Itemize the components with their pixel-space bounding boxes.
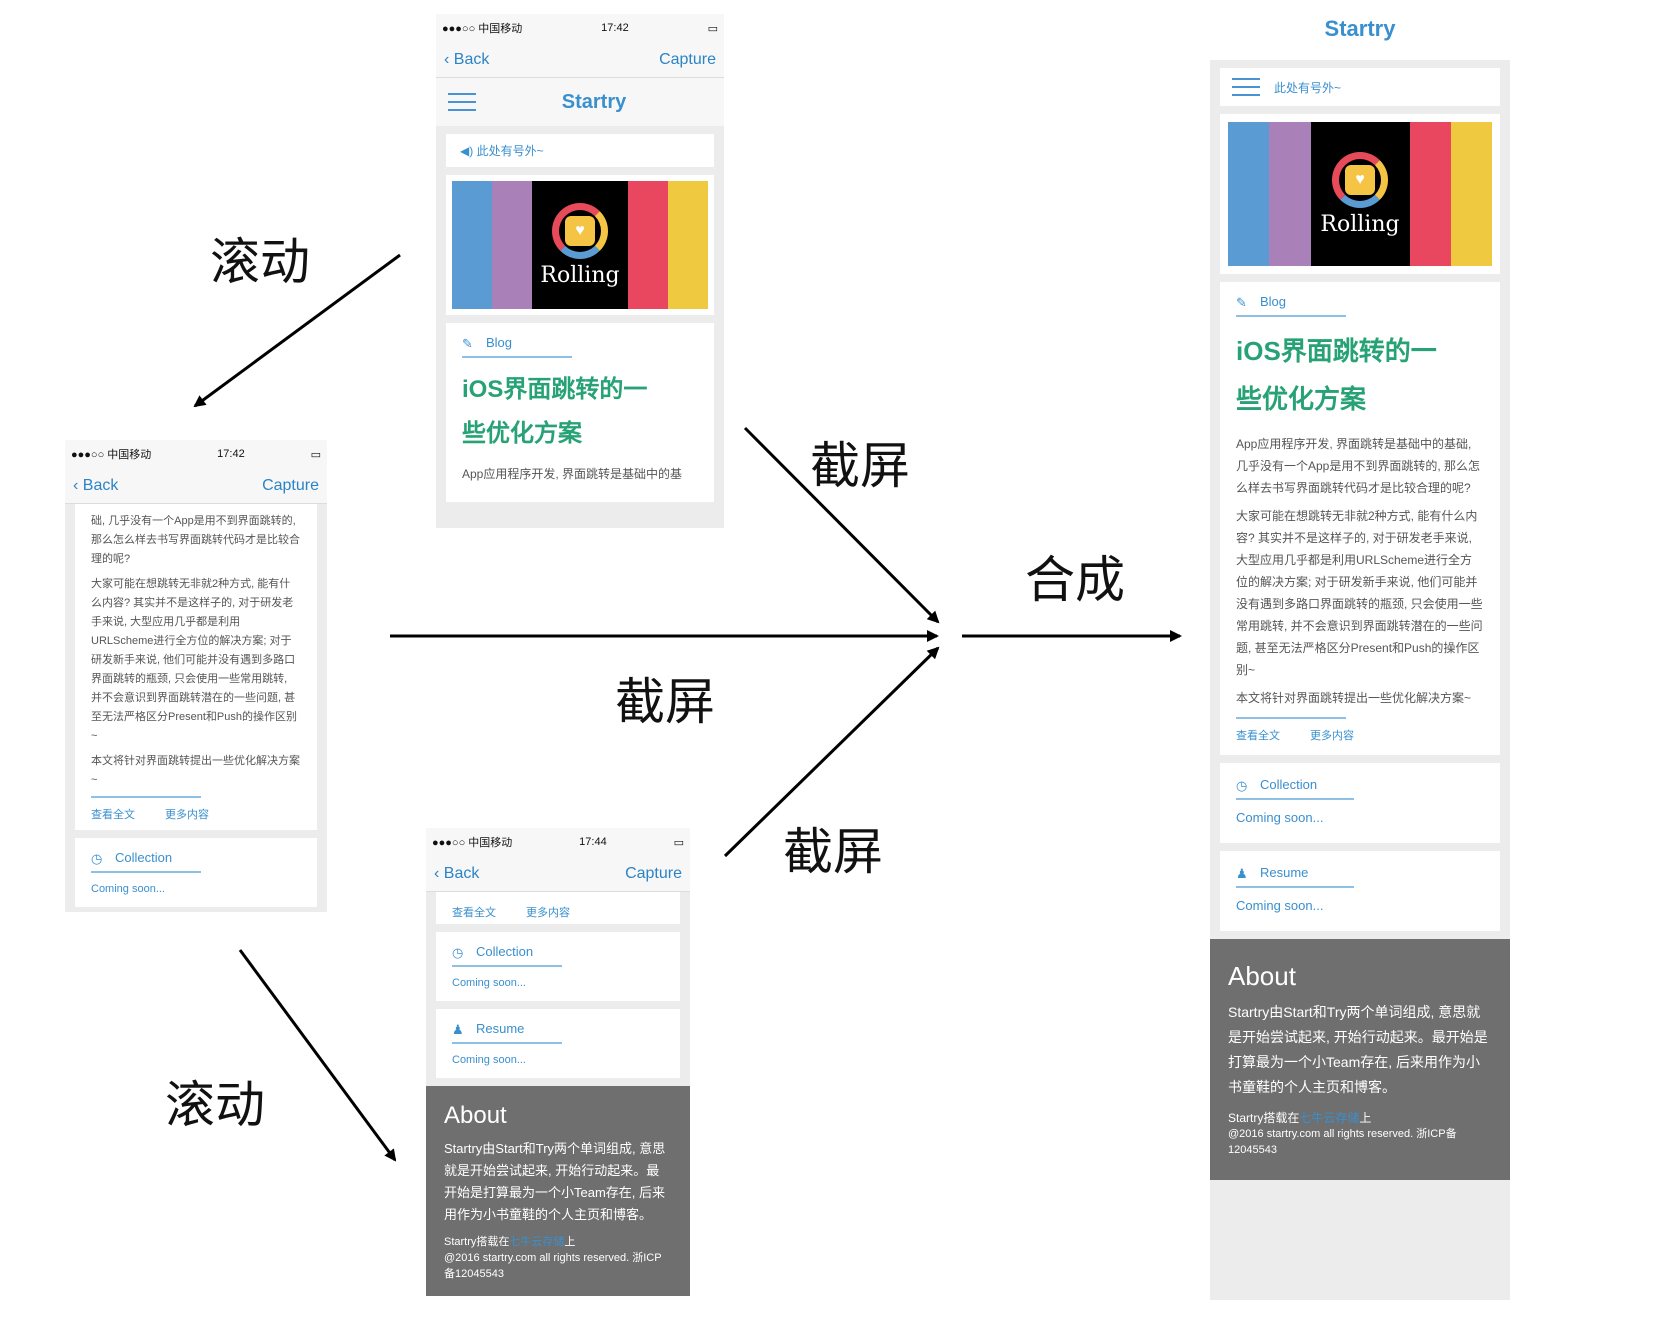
status-bar: ●●●○○ 中国移动 17:42 ▭ [65, 440, 327, 468]
status-bar: ●●●○○ 中国移动 17:44 ▭ [426, 828, 690, 856]
blog-links-card: 查看全文 更多内容 [436, 892, 680, 924]
blog-links: 查看全文 更多内容 [91, 796, 209, 822]
label-screenshot-middle: 截屏 [615, 673, 715, 731]
composite-title: Startry [1324, 16, 1396, 41]
about-title: About [444, 1102, 507, 1129]
screenshot-top: ●●●○○ 中国移动 17:42 ▭ ‹ Back Capture Startr… [436, 14, 724, 528]
read-all-link[interactable]: 查看全文 [91, 806, 135, 822]
battery-icon: ▭ [310, 448, 321, 461]
resume-card: ♟ Resume Coming soon... [1220, 851, 1500, 931]
notice-card: ◀) 此处有号外~ [446, 134, 714, 167]
clock-icon: ◷ [91, 850, 103, 866]
screenshot-bottom: ●●●○○ 中国移动 17:44 ▭ ‹ Back Capture 查看全文 更多内容… [426, 828, 690, 1296]
blog-card: ✎ Blog iOS界面跳转的一 些优化方案 App应用程序开发, 界面跳转是基础中… [1220, 282, 1500, 755]
logo-card: ♥ Rolling [446, 175, 714, 315]
blog-title[interactable]: iOS界面跳转的一 些优化方案 [462, 368, 698, 456]
logo-card: ♥ Rolling [1220, 114, 1500, 274]
label-scroll-bottom: 滚动 [165, 1076, 265, 1134]
back-button[interactable]: ‹ Back [444, 51, 489, 69]
screenshot-left: ●●●○○ 中国移动 17:42 ▭ ‹ Back Capture 础, 几乎没有一… [65, 440, 327, 912]
capture-button[interactable]: Capture [659, 51, 716, 69]
back-button[interactable]: ‹ Back [73, 477, 118, 495]
clock-icon: ◷ [1236, 777, 1248, 793]
time-text: 17:42 [601, 22, 629, 34]
blog-excerpt: App应用程序开发, 界面跳转是基础中的基 [462, 467, 683, 481]
speaker-icon: ◀) [460, 144, 474, 158]
blog-header: ✎ Blog [462, 335, 572, 358]
battery-icon: ▭ [673, 836, 684, 849]
host-link[interactable]: 七牛云存储 [1299, 1111, 1359, 1125]
collection-card: ◷ Collection Coming soon... [1220, 763, 1500, 843]
about-text: Startry由Start和Try两个单词组成, 意思就是开始尝试起来, 开始行… [444, 1141, 666, 1222]
person-icon: ♟ [1236, 865, 1248, 881]
collection-header: ◷ Collection [91, 850, 201, 873]
capture-button[interactable]: Capture [262, 477, 319, 495]
battery-icon: ▭ [707, 22, 718, 35]
menu-icon[interactable] [448, 93, 476, 111]
label-screenshot-top: 截屏 [810, 437, 910, 495]
notice-card: 此处有号外~ [1220, 68, 1500, 106]
site-title: Startry [561, 90, 627, 113]
nav-bar: ‹ Back Capture [65, 468, 327, 504]
person-icon: ♟ [452, 1021, 464, 1037]
collection-card: ◷ Collection Coming soon... [436, 932, 680, 1001]
edit-icon: ✎ [1236, 294, 1247, 310]
rolling-logo: ♥ Rolling [452, 181, 708, 309]
rolling-logo: ♥ Rolling [1228, 122, 1492, 266]
composition-diagram: 滚动 截屏 合成 截屏 截屏 滚动 ●●●○○ 中国移动 17:42 ▭ ‹ B… [0, 0, 1656, 1328]
more-link[interactable]: 更多内容 [526, 904, 570, 920]
composite-screenshot: 此处有号外~ ♥ Rolling ✎ Blog iOS界面跳转的一 些优化方案 App… [1210, 60, 1510, 1300]
copyright-text: @2016 startry.com all rights reserved. 浙… [444, 1252, 662, 1280]
more-link[interactable]: 更多内容 [165, 806, 209, 822]
carrier-text: ●●●○○ 中国移动 [442, 23, 523, 35]
edit-icon: ✎ [462, 335, 473, 351]
nav-bar: ‹ Back Capture [426, 856, 690, 892]
about-section: About Startry由Start和Try两个单词组成, 意思就是开始尝试起… [1210, 939, 1510, 1180]
status-bar: ●●●○○ 中国移动 17:42 ▭ [436, 14, 724, 42]
site-header: Startry [436, 78, 724, 126]
nav-bar: ‹ Back Capture [436, 42, 724, 78]
about-section: About Startry由Start和Try两个单词组成, 意思就是开始尝试起… [426, 1086, 690, 1296]
resume-card: ♟ Resume Coming soon... [436, 1009, 680, 1078]
capture-button[interactable]: Capture [625, 865, 682, 883]
back-button[interactable]: ‹ Back [434, 865, 479, 883]
blog-card-continued: 础, 几乎没有一个App是用不到界面跳转的, 那么怎么样去书写界面跳转代码才是比… [75, 504, 317, 830]
label-screenshot-bottom: 截屏 [783, 823, 883, 881]
blog-title[interactable]: iOS界面跳转的一 些优化方案 [1236, 327, 1484, 423]
clock-icon: ◷ [452, 944, 464, 960]
collection-card: ◷ Collection Coming soon... [75, 838, 317, 907]
menu-icon[interactable] [1232, 78, 1260, 96]
label-compose: 合成 [1025, 551, 1125, 609]
label-scroll-top: 滚动 [210, 233, 310, 291]
blog-card: ✎ Blog iOS界面跳转的一 些优化方案 App应用程序开发, 界面跳转是基础中… [446, 323, 714, 502]
read-all-link[interactable]: 查看全文 [452, 904, 496, 920]
more-link[interactable]: 更多内容 [1310, 727, 1354, 743]
read-all-link[interactable]: 查看全文 [1236, 727, 1280, 743]
host-link[interactable]: 七牛云存储 [509, 1236, 564, 1248]
